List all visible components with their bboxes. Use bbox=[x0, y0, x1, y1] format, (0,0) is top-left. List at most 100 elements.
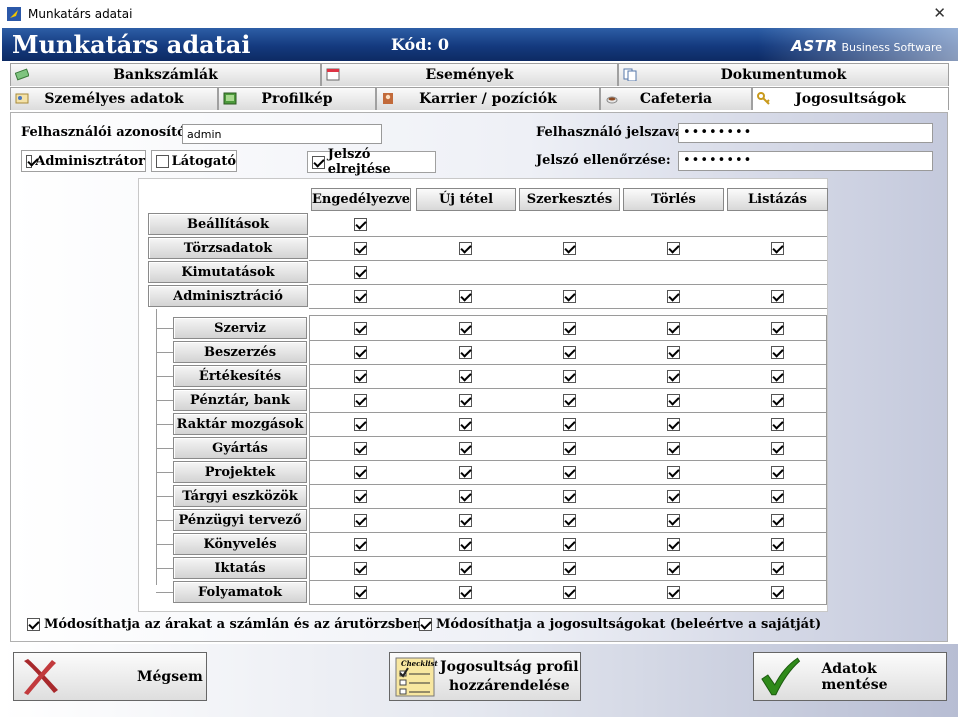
permission-checkbox[interactable] bbox=[459, 322, 472, 335]
permission-checkbox[interactable] bbox=[770, 394, 784, 407]
permission-checkbox[interactable] bbox=[562, 346, 576, 359]
permission-checkbox[interactable] bbox=[354, 490, 367, 503]
permission-checkbox[interactable] bbox=[666, 418, 680, 431]
password-input[interactable]: •••••••• bbox=[678, 123, 933, 143]
tab-bankszamlak[interactable]: Bankszámlák bbox=[10, 63, 321, 86]
permission-checkbox[interactable] bbox=[666, 466, 680, 479]
tab-jogosultsagok[interactable]: Jogosultságok bbox=[752, 87, 949, 110]
modify-prices-checkbox[interactable]: Módosíthatja az árakat a számlán és az á… bbox=[27, 617, 422, 632]
permission-checkbox[interactable] bbox=[354, 442, 367, 455]
tab-esemenyek[interactable]: Események bbox=[321, 63, 618, 86]
permission-checkbox[interactable] bbox=[562, 466, 576, 479]
permission-checkbox[interactable] bbox=[459, 290, 472, 303]
permission-checkbox[interactable] bbox=[562, 290, 576, 303]
permission-checkbox[interactable] bbox=[562, 442, 576, 455]
permission-subrow-label[interactable]: Pénzügyi tervező bbox=[173, 509, 307, 531]
visitor-checkbox[interactable]: Látogató bbox=[151, 150, 237, 172]
permission-checkbox[interactable] bbox=[562, 538, 576, 551]
permission-checkbox[interactable] bbox=[666, 242, 680, 255]
permission-checkbox[interactable] bbox=[459, 346, 472, 359]
permission-checkbox[interactable] bbox=[459, 490, 472, 503]
permission-checkbox[interactable] bbox=[459, 370, 472, 383]
tab-szemelyes-adatok[interactable]: Személyes adatok bbox=[10, 87, 218, 110]
permission-checkbox[interactable] bbox=[459, 242, 472, 255]
permission-checkbox[interactable] bbox=[770, 442, 784, 455]
administrator-checkbox[interactable]: Adminisztrátor bbox=[21, 150, 146, 172]
password-confirm-input[interactable]: •••••••• bbox=[678, 151, 933, 171]
permission-checkbox[interactable] bbox=[459, 586, 472, 599]
permission-checkbox[interactable] bbox=[770, 514, 784, 527]
permission-checkbox[interactable] bbox=[666, 442, 680, 455]
permission-checkbox[interactable] bbox=[666, 322, 680, 335]
permission-subrow-label[interactable]: Folyamatok bbox=[173, 581, 307, 603]
permission-checkbox[interactable] bbox=[770, 322, 784, 335]
permission-checkbox[interactable] bbox=[666, 490, 680, 503]
save-data-button[interactable]: Adatok mentése bbox=[753, 652, 947, 701]
permission-checkbox[interactable] bbox=[770, 538, 784, 551]
hide-password-checkbox[interactable]: Jelszó elrejtése bbox=[307, 147, 436, 177]
permission-checkbox[interactable] bbox=[666, 370, 680, 383]
permission-checkbox[interactable] bbox=[562, 370, 576, 383]
cancel-button[interactable]: Mégsem bbox=[13, 652, 207, 701]
permission-checkbox[interactable] bbox=[666, 562, 680, 575]
permission-checkbox[interactable] bbox=[459, 466, 472, 479]
permission-subrow-label[interactable]: Pénztár, bank bbox=[173, 389, 307, 411]
permission-checkbox[interactable] bbox=[666, 290, 680, 303]
permission-checkbox[interactable] bbox=[562, 514, 576, 527]
permission-checkbox[interactable] bbox=[770, 418, 784, 431]
permission-checkbox[interactable] bbox=[354, 370, 367, 383]
modify-permissions-checkbox[interactable]: Módosíthatja a jogosultságokat (beleértv… bbox=[419, 617, 821, 632]
permission-subrow-label[interactable]: Tárgyi eszközök bbox=[173, 485, 307, 507]
permission-checkbox[interactable] bbox=[770, 242, 784, 255]
tab-dokumentumok[interactable]: Dokumentumok bbox=[618, 63, 949, 86]
permission-checkbox[interactable] bbox=[354, 266, 367, 279]
permission-row-label[interactable]: Beállítások bbox=[148, 213, 308, 235]
permission-checkbox[interactable] bbox=[354, 290, 367, 303]
close-icon[interactable]: ✕ bbox=[933, 4, 946, 22]
permission-checkbox[interactable] bbox=[770, 490, 784, 503]
permission-checkbox[interactable] bbox=[459, 514, 472, 527]
permission-checkbox[interactable] bbox=[354, 322, 367, 335]
permission-checkbox[interactable] bbox=[770, 466, 784, 479]
permission-checkbox[interactable] bbox=[354, 514, 367, 527]
permission-checkbox[interactable] bbox=[666, 346, 680, 359]
permission-checkbox[interactable] bbox=[354, 394, 367, 407]
permission-subrow-label[interactable]: Gyártás bbox=[173, 437, 307, 459]
permission-subrow-label[interactable]: Projektek bbox=[173, 461, 307, 483]
permission-checkbox[interactable] bbox=[354, 562, 367, 575]
permission-checkbox[interactable] bbox=[666, 586, 680, 599]
permission-checkbox[interactable] bbox=[770, 586, 784, 599]
permission-checkbox[interactable] bbox=[562, 562, 576, 575]
permission-checkbox[interactable] bbox=[770, 346, 784, 359]
permission-row-label[interactable]: Törzsadatok bbox=[148, 237, 308, 259]
permission-checkbox[interactable] bbox=[666, 538, 680, 551]
permission-subrow-label[interactable]: Szerviz bbox=[173, 317, 307, 339]
permission-checkbox[interactable] bbox=[459, 442, 472, 455]
permission-checkbox[interactable] bbox=[562, 490, 576, 503]
permission-checkbox[interactable] bbox=[666, 514, 680, 527]
permission-row-label[interactable]: Adminisztráció bbox=[148, 285, 308, 307]
permission-checkbox[interactable] bbox=[666, 394, 680, 407]
tab-karrier-poziciok[interactable]: Karrier / pozíciók bbox=[376, 87, 600, 110]
permission-subrow-label[interactable]: Könyvelés bbox=[173, 533, 307, 555]
permission-checkbox[interactable] bbox=[354, 418, 367, 431]
permission-subrow-label[interactable]: Értékesítés bbox=[173, 365, 307, 387]
permission-checkbox[interactable] bbox=[459, 562, 472, 575]
permission-checkbox[interactable] bbox=[770, 370, 784, 383]
assign-permission-profile-button[interactable]: Checklist Jogosultság profil hozzárendel… bbox=[389, 652, 581, 701]
permission-checkbox[interactable] bbox=[459, 538, 472, 551]
permission-checkbox[interactable] bbox=[562, 394, 576, 407]
permission-checkbox[interactable] bbox=[354, 242, 367, 255]
permission-subrow-label[interactable]: Raktár mozgások bbox=[173, 413, 307, 435]
permission-checkbox[interactable] bbox=[562, 242, 576, 255]
permission-checkbox[interactable] bbox=[562, 322, 576, 335]
permission-checkbox[interactable] bbox=[459, 418, 472, 431]
permission-checkbox[interactable] bbox=[770, 562, 784, 575]
permission-checkbox[interactable] bbox=[770, 290, 784, 303]
user-id-input[interactable]: admin bbox=[182, 124, 382, 144]
permission-checkbox[interactable] bbox=[354, 218, 367, 231]
tab-cafeteria[interactable]: Cafeteria bbox=[600, 87, 752, 110]
permission-subrow-label[interactable]: Iktatás bbox=[173, 557, 307, 579]
permission-checkbox[interactable] bbox=[354, 538, 367, 551]
permission-subrow-label[interactable]: Beszerzés bbox=[173, 341, 307, 363]
